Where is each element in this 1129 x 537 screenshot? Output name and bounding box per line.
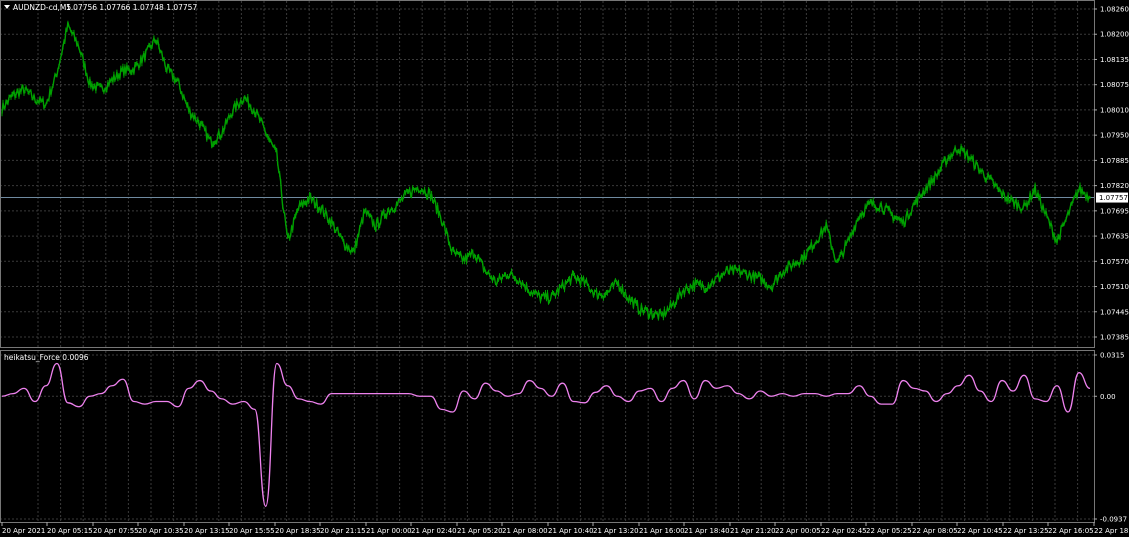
indicator-label: heikatsu_Force 0.0096 bbox=[4, 353, 89, 362]
price-tick-label: 1.07950 bbox=[1100, 132, 1129, 140]
indicator-tick-label: 0.00 bbox=[1100, 393, 1116, 401]
time-tick-label: 21 Apr 00:00 bbox=[366, 527, 412, 535]
time-tick-label: 21 Apr 05:20 bbox=[457, 527, 503, 535]
price-tick-label: 1.08075 bbox=[1100, 81, 1129, 89]
time-tick-label: 20 Apr 2021 bbox=[2, 527, 45, 535]
ohlc-label: 1.07756 1.07766 1.07748 1.07757 bbox=[66, 3, 197, 12]
price-tick-label: 1.08010 bbox=[1100, 106, 1129, 114]
price-tick-label: 1.07885 bbox=[1100, 157, 1129, 165]
time-tick-label: 21 Apr 08:00 bbox=[502, 527, 548, 535]
price-tick-label: 1.07820 bbox=[1100, 182, 1129, 190]
price-tick-label: 1.07385 bbox=[1100, 334, 1129, 342]
time-tick-label: 20 Apr 21:15 bbox=[320, 527, 366, 535]
time-tick-label: 20 Apr 07:55 bbox=[93, 527, 139, 535]
time-tick-label: 20 Apr 05:15 bbox=[47, 527, 93, 535]
time-tick-label: 20 Apr 15:55 bbox=[229, 527, 275, 535]
chart-canvas[interactable]: 1.08260 1.08200 1.08135 1.08075 1.08010 1.079… bbox=[0, 0, 1129, 537]
price-tick-label: 1.07570 bbox=[1100, 258, 1129, 266]
time-tick-label: 21 Apr 21:20 bbox=[730, 527, 776, 535]
time-tick-label: 22 Apr 10:45 bbox=[957, 527, 1003, 535]
time-tick-label: 21 Apr 02:40 bbox=[411, 527, 457, 535]
time-tick-label: 22 Apr 13:25 bbox=[1003, 527, 1049, 535]
price-tick-label: 1.07510 bbox=[1100, 283, 1129, 291]
indicator-tick-label: 0.0315 bbox=[1100, 352, 1125, 360]
time-tick-label: 20 Apr 18:35 bbox=[275, 527, 321, 535]
time-tick-label: 21 Apr 18:40 bbox=[684, 527, 730, 535]
price-tick-label: 1.08200 bbox=[1100, 31, 1129, 39]
time-tick-label: 22 Apr 08:05 bbox=[912, 527, 958, 535]
time-tick-label: 22 Apr 02:45 bbox=[821, 527, 867, 535]
symbol-label: AUDNZD-cd,M5 bbox=[13, 3, 71, 12]
indicator-tick-label: -0.0937 bbox=[1100, 516, 1127, 524]
time-tick-label: 21 Apr 10:40 bbox=[548, 527, 594, 535]
time-tick-label: 21 Apr 16:00 bbox=[639, 527, 685, 535]
time-tick-label: 22 Apr 00:05 bbox=[775, 527, 821, 535]
time-tick-label: 22 Apr 18:45 bbox=[1094, 527, 1129, 535]
time-tick-label: 22 Apr 16:05 bbox=[1048, 527, 1094, 535]
price-tick-label: 1.07445 bbox=[1100, 308, 1129, 316]
time-tick-label: 21 Apr 13:20 bbox=[593, 527, 639, 535]
price-tick-label: 1.08260 bbox=[1100, 6, 1129, 14]
current-price-label: 1.07757 bbox=[1099, 194, 1128, 202]
price-tick-label: 1.08135 bbox=[1100, 56, 1129, 64]
chart-background bbox=[0, 0, 1129, 537]
price-tick-label: 1.07635 bbox=[1100, 233, 1129, 241]
time-tick-label: 20 Apr 10:35 bbox=[138, 527, 184, 535]
price-tick-label: 1.07695 bbox=[1100, 207, 1129, 215]
time-tick-label: 20 Apr 13:15 bbox=[184, 527, 230, 535]
time-tick-label: 22 Apr 05:25 bbox=[866, 527, 912, 535]
